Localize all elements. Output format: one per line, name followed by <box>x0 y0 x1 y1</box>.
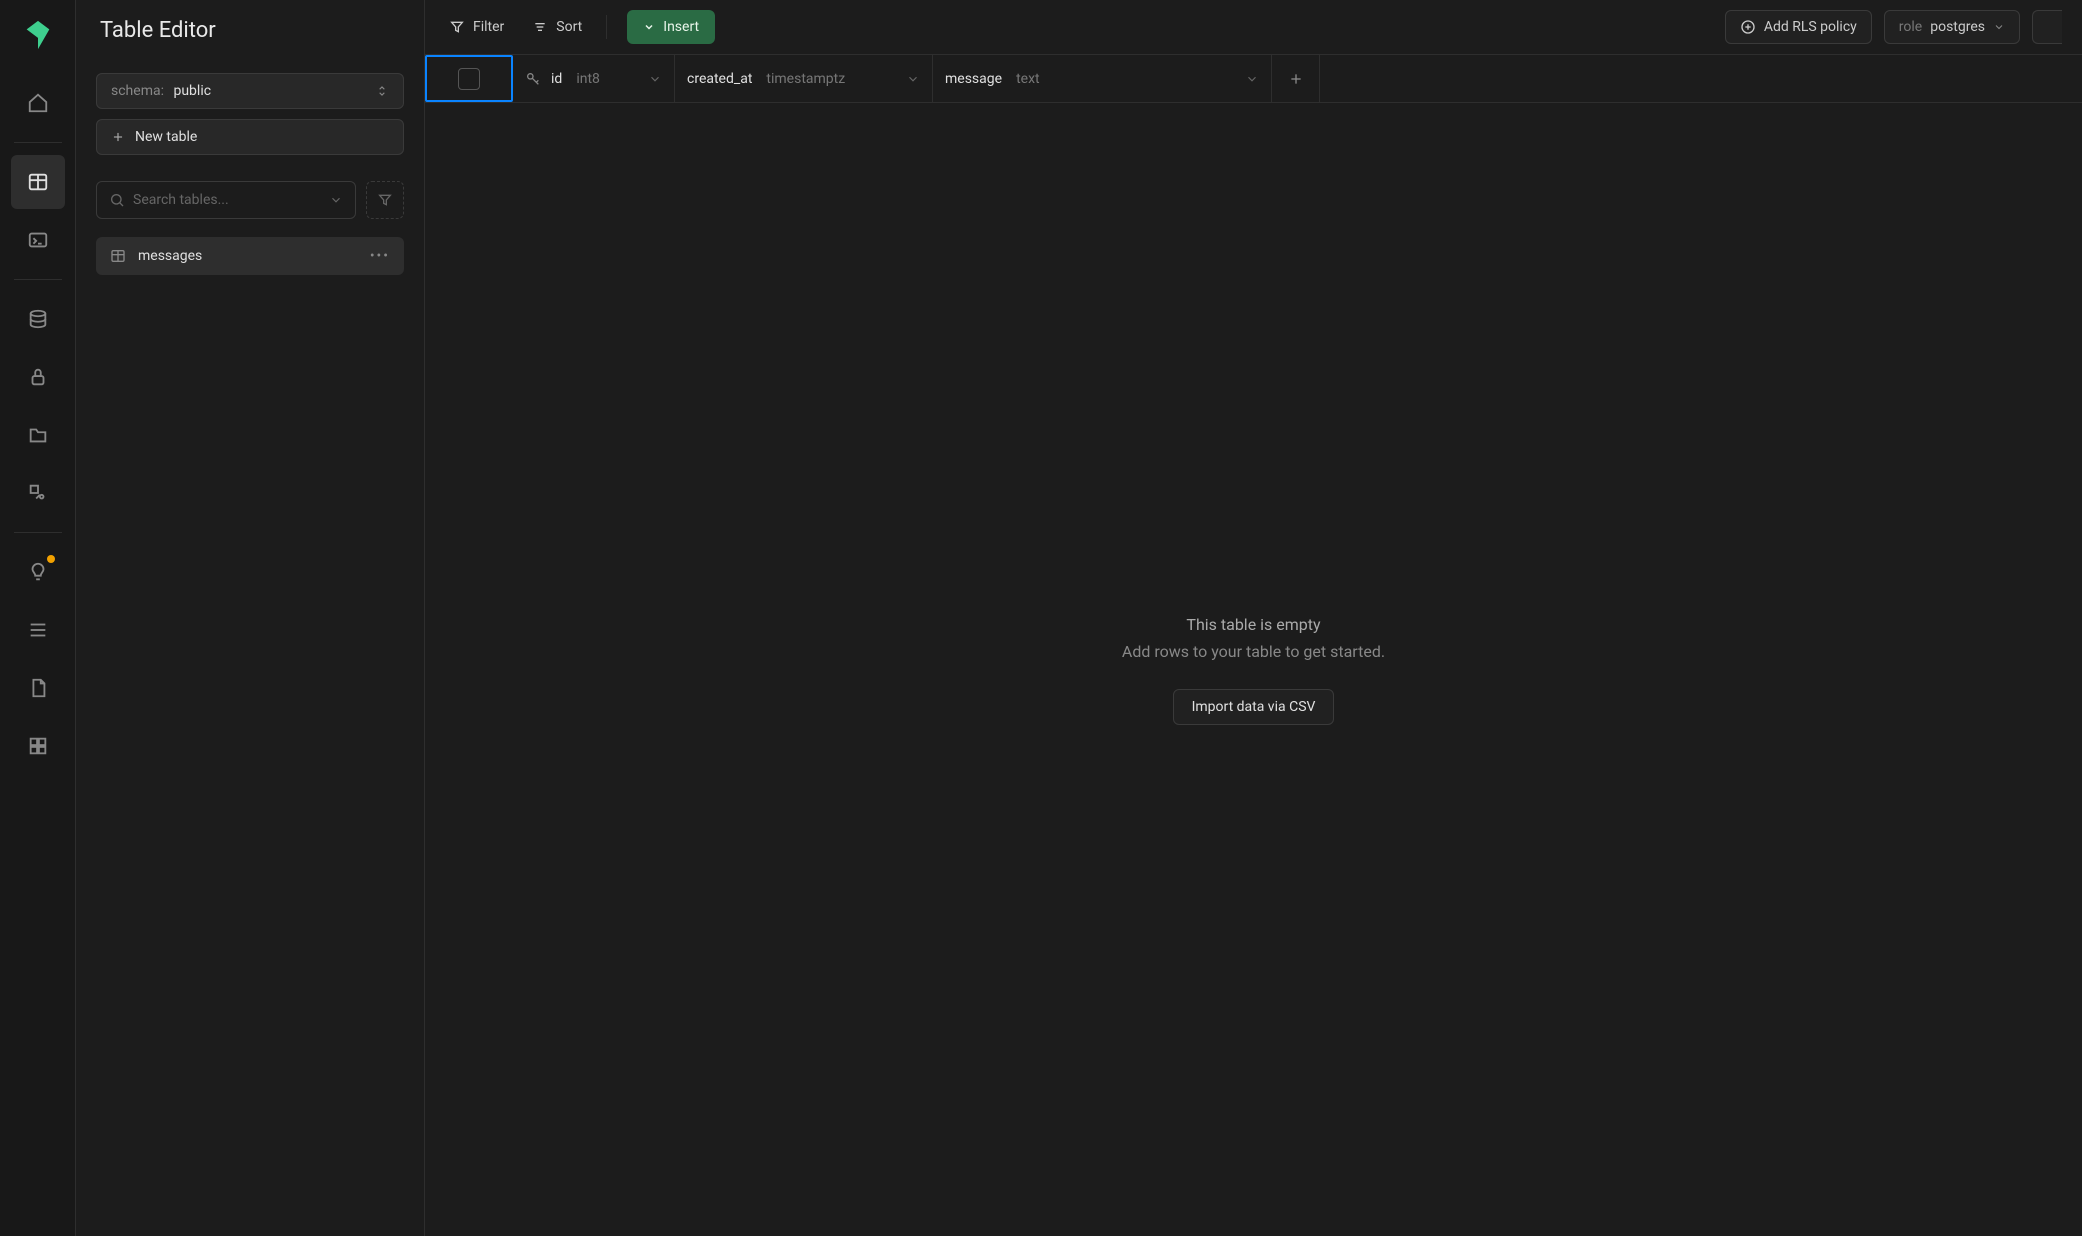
icon-sidebar <box>0 0 76 1236</box>
nav-logs[interactable] <box>11 603 65 657</box>
empty-state: This table is empty Add rows to your tab… <box>425 103 2082 1236</box>
more-icon[interactable]: ••• <box>370 248 390 264</box>
chevron-down-icon[interactable] <box>906 72 920 86</box>
add-rls-button[interactable]: Add RLS policy <box>1725 10 1872 44</box>
search-icon <box>109 192 125 208</box>
schema-label: schema: <box>111 83 164 99</box>
sort-button[interactable]: Sort <box>528 13 586 41</box>
column-type: text <box>1016 71 1040 87</box>
chevron-down-icon[interactable] <box>1245 72 1259 86</box>
nav-edge-functions[interactable] <box>11 466 65 520</box>
chevron-down-icon <box>1993 21 2005 33</box>
chevron-updown-icon <box>375 84 389 98</box>
nav-storage[interactable] <box>11 408 65 462</box>
column-type: timestamptz <box>766 71 845 87</box>
nav-table-editor[interactable] <box>11 155 65 209</box>
overflow-button[interactable] <box>2032 10 2062 44</box>
toolbar: Filter Sort Insert Add RLS pol <box>425 0 2082 55</box>
empty-subtitle: Add rows to your table to get started. <box>1122 642 1385 661</box>
column-message[interactable]: message text <box>933 55 1272 102</box>
nav-database[interactable] <box>11 292 65 346</box>
main-area: Filter Sort Insert Add RLS pol <box>425 0 2082 1236</box>
insert-button[interactable]: Insert <box>627 10 715 44</box>
nav-api[interactable] <box>11 719 65 773</box>
select-all-checkbox[interactable] <box>425 55 513 102</box>
notification-dot <box>47 555 55 563</box>
plus-circle-icon <box>1740 19 1756 35</box>
chevron-down-icon <box>643 21 655 33</box>
chevron-down-icon[interactable] <box>648 72 662 86</box>
rls-label: Add RLS policy <box>1764 19 1857 35</box>
page-title: Table Editor <box>76 0 424 61</box>
search-tables-input[interactable] <box>96 181 356 219</box>
sort-label: Sort <box>556 19 582 35</box>
nav-home[interactable] <box>11 76 65 130</box>
table-icon <box>110 248 126 264</box>
app-logo[interactable] <box>21 18 55 52</box>
nav-advisor[interactable] <box>11 545 65 599</box>
new-table-button[interactable]: New table <box>96 119 404 155</box>
nav-sql-editor[interactable] <box>11 213 65 267</box>
schema-selector[interactable]: schema: public <box>96 73 404 109</box>
plus-icon <box>111 130 125 144</box>
import-csv-button[interactable]: Import data via CSV <box>1173 689 1335 725</box>
primary-key-icon <box>525 71 541 87</box>
empty-title: This table is empty <box>1186 615 1320 634</box>
schema-name: public <box>173 83 211 99</box>
column-created-at[interactable]: created_at timestamptz <box>675 55 933 102</box>
table-name: messages <box>138 248 202 264</box>
insert-label: Insert <box>663 19 699 35</box>
new-table-label: New table <box>135 129 197 145</box>
sort-icon <box>532 19 548 35</box>
chevron-down-icon <box>329 193 343 207</box>
nav-reports[interactable] <box>11 661 65 715</box>
role-name: postgres <box>1930 19 1985 35</box>
filter-label: Filter <box>473 19 504 35</box>
add-column-button[interactable] <box>1272 55 1320 102</box>
role-selector[interactable]: role postgres <box>1884 10 2020 44</box>
column-name: created_at <box>687 71 752 87</box>
table-filter-button[interactable] <box>366 181 404 219</box>
column-headers: id int8 created_at timestamptz message t… <box>425 55 2082 103</box>
column-id[interactable]: id int8 <box>513 55 675 102</box>
filter-button[interactable]: Filter <box>445 13 508 41</box>
column-name: message <box>945 71 1002 87</box>
column-type: int8 <box>576 71 600 87</box>
role-label: role <box>1899 19 1922 35</box>
filter-icon <box>449 19 465 35</box>
nav-auth[interactable] <box>11 350 65 404</box>
column-name: id <box>551 71 562 87</box>
table-list-item[interactable]: messages ••• <box>96 237 404 275</box>
panel-sidebar: Table Editor schema: public New table <box>76 0 425 1236</box>
